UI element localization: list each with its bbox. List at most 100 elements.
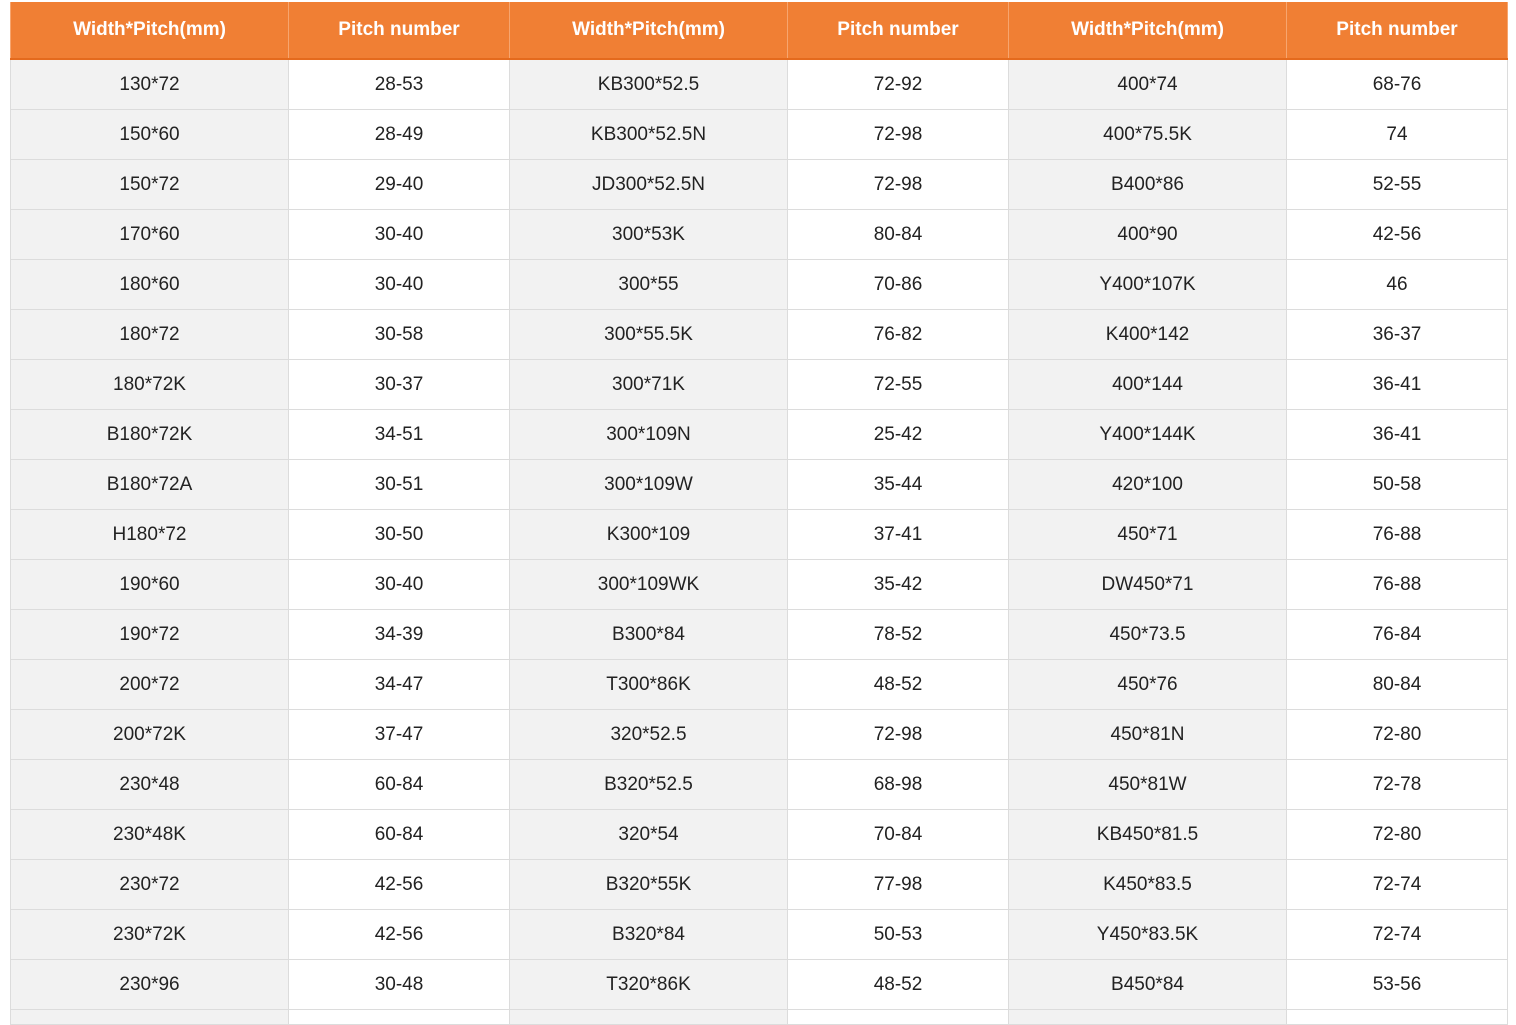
cell-width-pitch: 190*72 — [10, 609, 289, 660]
table-row: 130*72 28-53 KB300*52.5 72-92 400*74 68-76 — [10, 58, 1508, 110]
cell-pitch-number: 72-92 — [787, 58, 1009, 110]
cell-width-pitch: JD300*52.5N — [509, 159, 788, 210]
cell-pitch-number: 72-74 — [1286, 909, 1508, 960]
table-row: 180*60 30-40 300*55 70-86 Y400*107K 46 — [10, 259, 1508, 310]
cell-pitch-number: 52-55 — [1286, 159, 1508, 210]
cell-pitch-number: 48-52 — [787, 959, 1009, 1010]
cell-pitch-number: 37-41 — [787, 509, 1009, 560]
cell-pitch-number: 70-84 — [787, 809, 1009, 860]
cell-width-pitch: K400*142 — [1008, 309, 1287, 360]
table-row: 180*72 30-58 300*55.5K 76-82 K400*142 36-37 — [10, 309, 1508, 360]
cell-width-pitch: 400*144 — [1008, 359, 1287, 410]
cell-pitch-number: 30-37 — [288, 359, 510, 410]
cell-pitch-number: 48-52 — [787, 659, 1009, 710]
cell-pitch-number: 76-82 — [787, 309, 1009, 360]
cell-width-pitch: 420*100 — [1008, 459, 1287, 510]
cell-width-pitch: B180*72A — [10, 459, 289, 510]
cell-width-pitch: Y450*83.5K — [1008, 909, 1287, 960]
cell-pitch-number: 42-56 — [288, 909, 510, 960]
cell-width-pitch: 170*60 — [10, 209, 289, 260]
cell-width-pitch: 450*81W — [1008, 759, 1287, 810]
cell-pitch-number: 50-53 — [787, 909, 1009, 960]
cell-pitch-number: 34-47 — [288, 659, 510, 710]
cell-width-pitch: 400*90 — [1008, 209, 1287, 260]
cell-width-pitch: 400*74 — [1008, 58, 1287, 110]
cell-pitch-number: 30-58 — [288, 309, 510, 360]
cell-width-pitch: H180*72 — [10, 509, 289, 560]
cell-width-pitch: B320*55K — [509, 859, 788, 910]
cell-pitch-number: 35-44 — [787, 459, 1009, 510]
table-row: 150*72 29-40 JD300*52.5N 72-98 B400*86 52-55 — [10, 159, 1508, 210]
cell-pitch-number: 28-53 — [288, 58, 510, 110]
cell-pitch-number: 80-84 — [787, 209, 1009, 260]
header-row: Width*Pitch(mm) Pitch number Width*Pitch(m… — [10, 2, 1508, 60]
cell-width-pitch: 180*60 — [10, 259, 289, 310]
cell-pitch-number: 72-74 — [1286, 859, 1508, 910]
cell-width-pitch: T300*86K — [509, 659, 788, 710]
cell-pitch-number: 37-47 — [288, 709, 510, 760]
cell-pitch-number: 72-80 — [1286, 809, 1508, 860]
cell-width-pitch: 230*48K — [10, 809, 289, 860]
cell-width-pitch: 300*55 — [509, 259, 788, 310]
cell-width-pitch: 190*60 — [10, 559, 289, 610]
cell-width-pitch: 150*72 — [10, 159, 289, 210]
cell-width-pitch: 400*75.5K — [1008, 109, 1287, 160]
cell-width-pitch: DW450*71 — [1008, 559, 1287, 610]
table-row: B180*72K 34-51 300*109N 25-42 Y400*144K 36-41 — [10, 409, 1508, 460]
cell-pitch-number: 36-41 — [1286, 409, 1508, 460]
cell-width-pitch: B300*84 — [509, 609, 788, 660]
table-row: 230*72K 42-56 B320*84 50-53 Y450*83.5K 72-74 — [10, 909, 1508, 960]
cell-width-pitch: 300*109N — [509, 409, 788, 460]
cell-pitch-number: 72-55 — [787, 359, 1009, 410]
cell-pitch-number: 30-40 — [288, 559, 510, 610]
cell-pitch-number: 60-84 — [288, 759, 510, 810]
cell-width-pitch: 130*72 — [10, 58, 289, 110]
table-row: 190*72 34-39 B300*84 78-52 450*73.5 76-84 — [10, 609, 1508, 660]
table-row: 190*60 30-40 300*109WK 35-42 DW450*71 76-88 — [10, 559, 1508, 610]
table-row: 150*60 28-49 KB300*52.5N 72-98 400*75.5K 74 — [10, 109, 1508, 160]
cell-pitch-number: 72-80 — [1286, 709, 1508, 760]
cell-width-pitch: KB300*52.5N — [509, 109, 788, 160]
cell-width-pitch: T320*86K — [509, 959, 788, 1010]
cell-pitch-number: 72-98 — [787, 109, 1009, 160]
cell-width-pitch: 180*72K — [10, 359, 289, 410]
cell-width-pitch: 200*72 — [10, 659, 289, 710]
cell-width-pitch: B180*72K — [10, 409, 289, 460]
cell-pitch-number: 76-88 — [1286, 559, 1508, 610]
cell-pitch-number: 30-40 — [288, 259, 510, 310]
header-pitch-number: Pitch number — [1286, 2, 1508, 60]
cell-width-pitch: 300*109W — [509, 459, 788, 510]
table-row: 170*60 30-40 300*53K 80-84 400*90 42-56 — [10, 209, 1508, 260]
cell-pitch-number: 28-49 — [288, 109, 510, 160]
cell-width-pitch: 450*71 — [1008, 509, 1287, 560]
cell-pitch-number: 30-51 — [288, 459, 510, 510]
cell-pitch-number: 29-40 — [288, 159, 510, 210]
cell-width-pitch: 450*81N — [1008, 709, 1287, 760]
cell-pitch-number: 77-98 — [787, 859, 1009, 910]
table-row: 200*72 34-47 T300*86K 48-52 450*76 80-84 — [10, 659, 1508, 710]
header-pitch-number: Pitch number — [288, 2, 510, 60]
cell-pitch-number: 36-41 — [1286, 359, 1508, 410]
cell-width-pitch: 200*72K — [10, 709, 289, 760]
cell-width-pitch: 320*54 — [509, 809, 788, 860]
cell-pitch-number: 30-40 — [288, 209, 510, 260]
cell-pitch-number: 34-39 — [288, 609, 510, 660]
cell-width-pitch: 230*96 — [10, 959, 289, 1010]
cell-width-pitch: 300*55.5K — [509, 309, 788, 360]
cell-width-pitch: 230*48 — [10, 759, 289, 810]
cell-width-pitch: 300*109WK — [509, 559, 788, 610]
table-row: B180*72A 30-51 300*109W 35-44 420*100 50-58 — [10, 459, 1508, 510]
cell-pitch-number: 50-58 — [1286, 459, 1508, 510]
table-row: 230*48 60-84 B320*52.5 68-98 450*81W 72-78 — [10, 759, 1508, 810]
cell-width-pitch: KB450*81.5 — [1008, 809, 1287, 860]
cell-pitch-number: 34-51 — [288, 409, 510, 460]
header-width-pitch: Width*Pitch(mm) — [509, 2, 788, 60]
cell-width-pitch: B450*84 — [1008, 959, 1287, 1010]
cell-pitch-number: 70-86 — [787, 259, 1009, 310]
cell-pitch-number: 35-42 — [787, 559, 1009, 610]
spec-table-container: Width*Pitch(mm) Pitch number Width*Pitch(m… — [10, 2, 1508, 1025]
cell-width-pitch: 300*71K — [509, 359, 788, 410]
cell-width-pitch: K450*83.5 — [1008, 859, 1287, 910]
cell-pitch-number: 42-56 — [288, 859, 510, 910]
pitch-spec-table: Width*Pitch(mm) Pitch number Width*Pitch(m… — [10, 2, 1508, 1025]
